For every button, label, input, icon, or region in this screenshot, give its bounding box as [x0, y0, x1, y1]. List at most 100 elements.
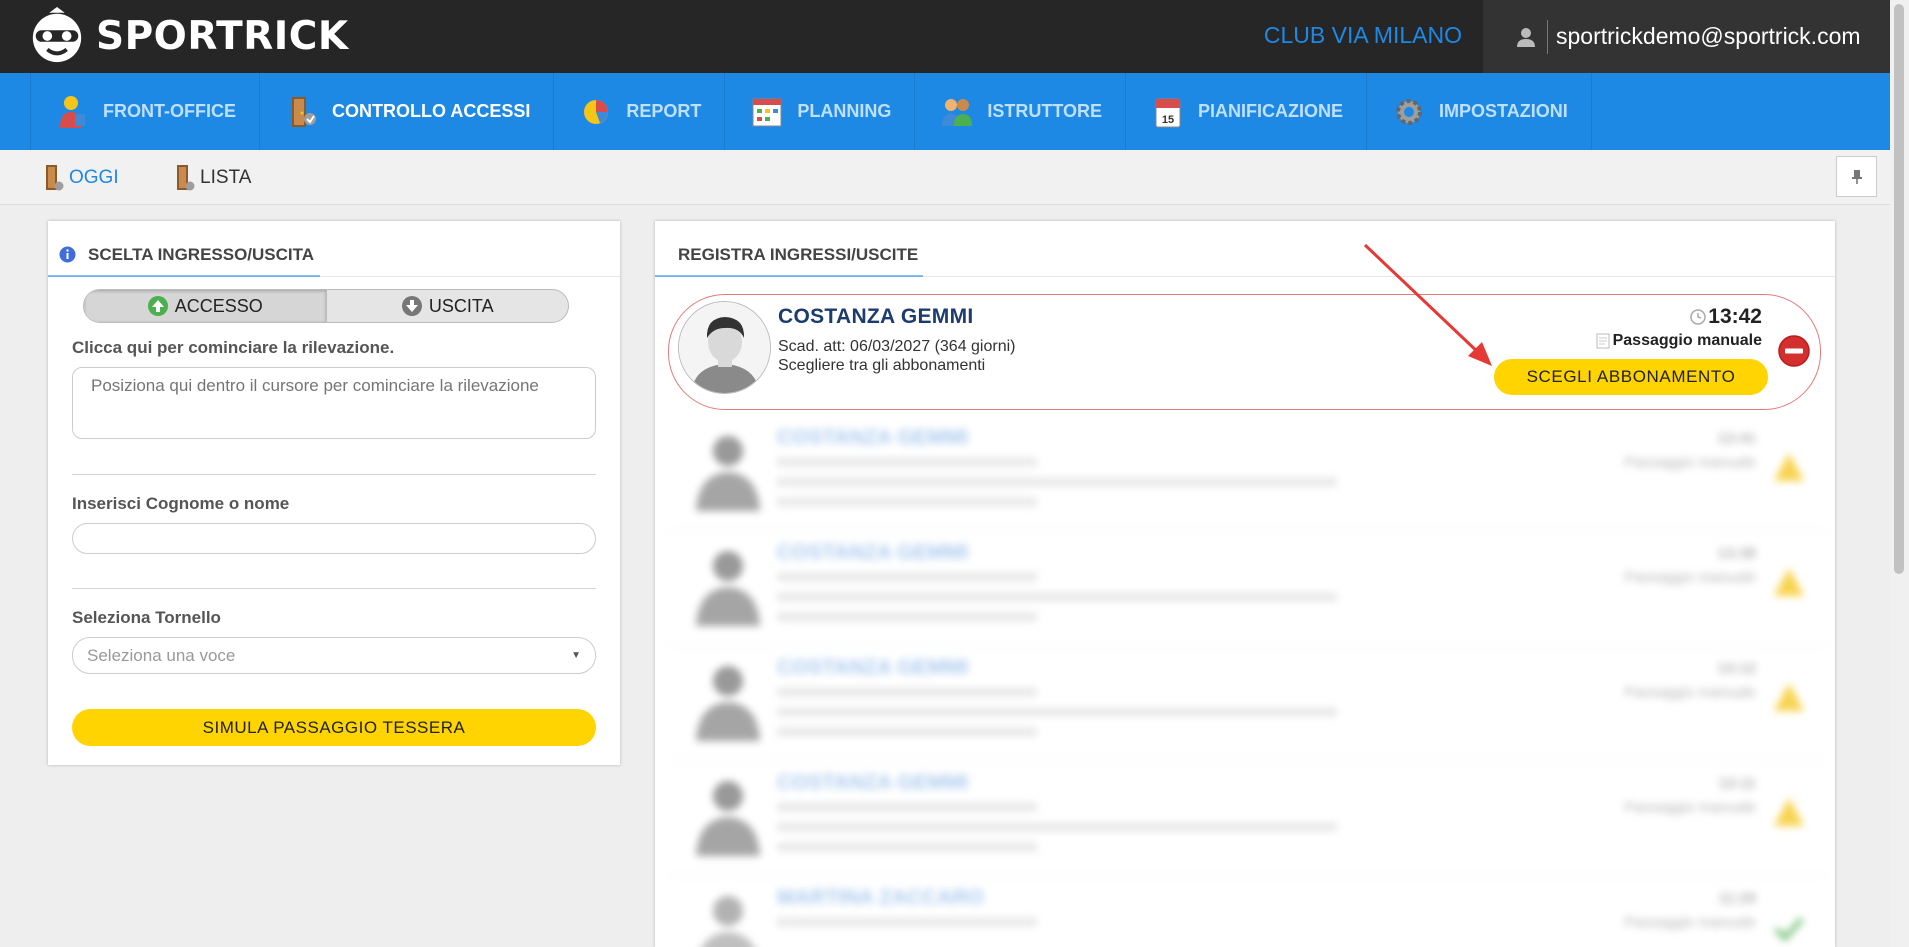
nav-label: REPORT — [626, 101, 702, 121]
scrollbar-thumb[interactable] — [1894, 4, 1904, 574]
membership-expiry: Scad. att: 06/03/2027 (364 giorni) — [778, 338, 1016, 355]
settings-icon — [1396, 98, 1423, 125]
pin-button[interactable] — [1836, 156, 1877, 197]
entry-mode-value: Passaggio manuale — [1624, 454, 1756, 471]
top-bar: SPORTRICK CLUB VIA MILANO sportrickdemo@… — [0, 0, 1890, 73]
nav-planning[interactable]: PLANNING — [725, 73, 916, 150]
sub-nav: OGGI LISTA — [0, 150, 1890, 205]
list-item[interactable]: COSTANZA GEMMI 13:38 Passaggio manuale — [668, 531, 1828, 646]
arrow-up-icon — [147, 296, 168, 316]
brand-name: SPORTRICK — [96, 13, 349, 59]
entry-detail-line — [777, 498, 1037, 506]
warning-icon — [1774, 453, 1804, 481]
entry-detail-line — [777, 843, 1037, 851]
person-avatar-icon — [696, 666, 760, 741]
previous-entries-list: COSTANZA GEMMI 13:41 Passaggio manuale C… — [668, 416, 1828, 947]
entry-mode-value: Passaggio manuale — [1624, 914, 1756, 931]
access-control-icon — [292, 96, 316, 127]
entry-mode-value: Passaggio manuale — [1612, 332, 1762, 349]
dropdown-arrow-icon: ▼ — [571, 650, 581, 661]
choose-subscription-button[interactable]: SCEGLI ABBONAMENTO — [1494, 359, 1768, 395]
panel-title-underline — [655, 275, 923, 277]
calendar-icon: 15 — [1155, 98, 1181, 127]
entry-time-value: 13:41 — [1717, 430, 1756, 447]
person-avatar-icon — [679, 302, 770, 393]
panel-title-underline — [48, 275, 320, 277]
nav-label: ISTRUTTORE — [987, 101, 1103, 121]
checkmark-icon — [1774, 917, 1804, 942]
instructor-icon — [942, 98, 973, 126]
warning-icon — [1774, 683, 1804, 711]
simulate-card-swipe-button[interactable]: SIMULA PASSAGGIO TESSERA — [72, 709, 596, 746]
door-icon — [177, 165, 195, 191]
accesso-toggle-button[interactable]: ACCESSO — [84, 290, 327, 322]
clock-icon — [1690, 309, 1707, 325]
member-name[interactable]: COSTANZA GEMMI — [778, 305, 974, 329]
remove-entry-icon[interactable] — [1777, 334, 1811, 368]
subnav-lista[interactable]: LISTA — [175, 164, 251, 192]
turnstile-label: Seleziona Tornello — [72, 608, 221, 627]
member-name: COSTANZA GEMMI — [777, 656, 969, 679]
entry-exit-choice-panel: SCELTA INGRESSO/USCITA ACCESSO USCITA Cl… — [48, 221, 620, 765]
panel-title: REGISTRA INGRESSI/USCITE — [678, 245, 919, 264]
uscita-label: USCITA — [428, 295, 494, 316]
nav-label: IMPOSTAZIONI — [1439, 101, 1568, 121]
nav-istruttore[interactable]: ISTRUTTORE — [915, 73, 1127, 150]
brand-logo[interactable]: SPORTRICK — [28, 6, 349, 66]
entry-detail-line — [777, 478, 1337, 486]
entry-mode-value: Passaggio manuale — [1624, 569, 1756, 586]
entry-detail-line — [777, 458, 1037, 466]
capture-textarea[interactable] — [72, 367, 596, 439]
subnav-oggi[interactable]: OGGI — [44, 164, 119, 192]
active-entry-card: COSTANZA GEMMI Scad. att: 06/03/2027 (36… — [668, 294, 1821, 410]
nav-report[interactable]: REPORT — [554, 73, 726, 150]
search-input[interactable] — [72, 523, 596, 554]
info-icon — [59, 246, 76, 263]
person-avatar-icon — [702, 896, 754, 947]
entry-detail-line — [777, 708, 1337, 716]
entry-mode-value: Passaggio manuale — [1624, 799, 1756, 816]
report-icon — [584, 99, 609, 124]
capture-label: Clicca qui per cominciare la rilevazione… — [72, 338, 395, 357]
subnav-oggi-label: OGGI — [69, 167, 119, 188]
person-avatar-icon — [696, 551, 760, 626]
accesso-label: ACCESSO — [174, 295, 263, 316]
user-menu[interactable]: sportrickdemo@sportrick.com — [1483, 0, 1890, 73]
user-separator — [1547, 19, 1548, 54]
entry-detail-line — [777, 803, 1037, 811]
nav-label: PIANIFICAZIONE — [1198, 101, 1344, 121]
pin-icon — [1851, 169, 1862, 184]
user-email: sportrickdemo@sportrick.com — [1556, 23, 1861, 49]
panel-header: REGISTRA INGRESSI/USCITE — [655, 221, 1835, 277]
uscita-toggle-button[interactable]: USCITA — [327, 290, 569, 322]
warning-icon — [1774, 798, 1804, 826]
list-item[interactable]: COSTANZA GEMMI 13:12 Passaggio manuale — [668, 646, 1828, 761]
nav-controllo-accessi[interactable]: CONTROLLO ACCESSI — [260, 73, 555, 158]
entry-mode: Passaggio manuale — [1596, 332, 1762, 350]
turnstile-select[interactable]: Seleziona una voce ▼ — [72, 637, 596, 674]
warning-icon — [1774, 568, 1804, 596]
entry-time: 13:42 — [1690, 305, 1762, 329]
arrow-down-icon — [401, 296, 422, 316]
list-item[interactable]: COSTANZA GEMMI 13:41 Passaggio manuale — [668, 416, 1828, 531]
entry-note: Scegliere tra gli abbonamenti — [778, 357, 986, 374]
front-office-icon — [60, 95, 85, 128]
entry-exit-toggle: ACCESSO USCITA — [83, 289, 569, 323]
avatar — [678, 301, 771, 394]
club-name[interactable]: CLUB VIA MILANO — [1264, 22, 1462, 49]
nav-pianificazione[interactable]: 15 PIANIFICAZIONE — [1126, 73, 1368, 150]
entry-time-value: 13:38 — [1717, 545, 1756, 562]
annotation-arrow-icon — [1363, 243, 1492, 366]
nav-front-office[interactable]: FRONT-OFFICE — [30, 73, 260, 150]
door-icon — [46, 165, 64, 191]
entry-time-value: 13:12 — [1717, 660, 1756, 677]
planning-icon — [752, 98, 782, 126]
main-nav: FRONT-OFFICE CONTROLLO ACCESSI REPORT PL… — [0, 73, 1890, 158]
list-item[interactable]: COSTANZA GEMMI 13:11 Passaggio manuale — [668, 761, 1828, 876]
nav-label: PLANNING — [797, 101, 892, 121]
nav-impostazioni[interactable]: IMPOSTAZIONI — [1367, 73, 1592, 150]
entry-detail-line — [777, 728, 1037, 736]
entry-detail-line — [777, 688, 1037, 696]
list-item[interactable]: MARTINA ZACCARO 11:29 Passaggio manuale — [668, 876, 1828, 947]
person-avatar-icon — [696, 436, 760, 511]
